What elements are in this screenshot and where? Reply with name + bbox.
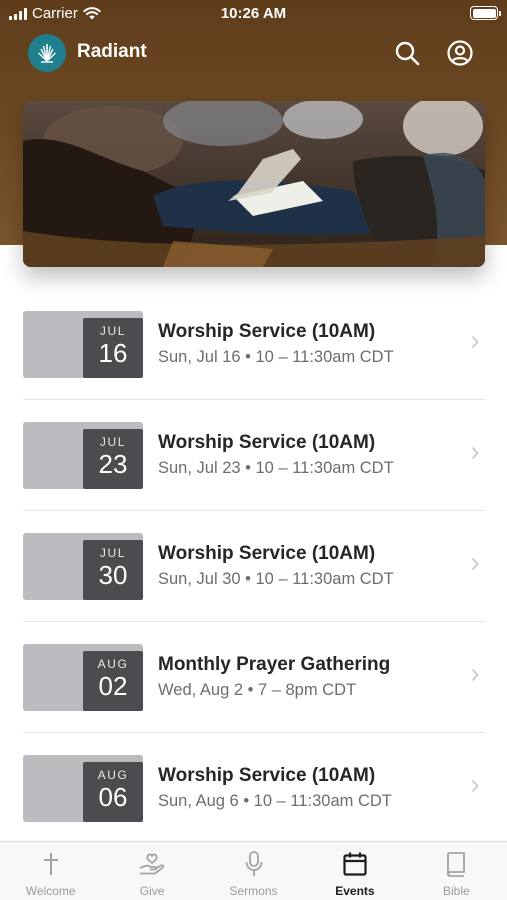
date-badge: JUL 30 xyxy=(83,540,143,600)
chevron-right-icon xyxy=(471,779,479,793)
date-day: 23 xyxy=(98,449,128,479)
date-badge: JUL 23 xyxy=(83,429,143,489)
event-thumbnail: AUG 02 xyxy=(23,644,143,711)
date-day: 06 xyxy=(98,782,128,812)
date-badge: AUG 02 xyxy=(83,651,143,711)
search-icon xyxy=(395,41,420,66)
chevron-right-icon xyxy=(471,557,479,571)
event-title: Monthly Prayer Gathering xyxy=(158,654,391,675)
event-title: Worship Service (10AM) xyxy=(158,543,376,564)
app-bar: Radiant xyxy=(0,30,507,76)
tab-give[interactable]: Give xyxy=(101,842,202,900)
events-list: JUL 16 Worship Service (10AM) Sun, Jul 1… xyxy=(0,289,507,844)
status-time: 10:26 AM xyxy=(220,5,287,22)
event-row[interactable]: AUG 02 Monthly Prayer Gathering Wed, Aug… xyxy=(0,622,507,733)
date-month: JUL xyxy=(99,546,127,560)
event-thumbnail: JUL 16 xyxy=(23,311,143,378)
tab-label: Give xyxy=(139,884,165,898)
event-row[interactable]: AUG 06 Worship Service (10AM) Sun, Aug 6… xyxy=(0,733,507,844)
tab-sermons[interactable]: Sermons xyxy=(203,842,304,900)
event-title: Worship Service (10AM) xyxy=(158,432,376,453)
tab-label: Bible xyxy=(442,884,470,898)
church-logo-icon[interactable] xyxy=(28,34,66,72)
flame-logo-icon xyxy=(38,44,56,63)
microphone-icon xyxy=(240,850,268,878)
event-meta: Sun, Aug 6 • 10 – 11:30am CDT xyxy=(158,792,392,810)
give-hand-heart-icon xyxy=(138,850,166,878)
tab-label: Welcome xyxy=(25,884,76,898)
app-title: Radiant xyxy=(77,41,147,62)
date-day: 02 xyxy=(98,671,128,701)
event-meta: Sun, Jul 16 • 10 – 11:30am CDT xyxy=(158,348,394,366)
date-badge: AUG 06 xyxy=(83,762,143,822)
date-month: AUG xyxy=(97,657,129,671)
tab-bar: Welcome Give Sermons Events Bible xyxy=(0,841,507,900)
account-icon xyxy=(447,40,473,66)
date-day: 16 xyxy=(98,338,128,368)
event-row[interactable]: JUL 23 Worship Service (10AM) Sun, Jul 2… xyxy=(0,400,507,511)
event-meta: Sun, Jul 23 • 10 – 11:30am CDT xyxy=(158,459,394,477)
event-title: Worship Service (10AM) xyxy=(158,765,376,786)
event-title: Worship Service (10AM) xyxy=(158,321,376,342)
date-month: JUL xyxy=(99,435,127,449)
event-thumbnail: JUL 30 xyxy=(23,533,143,600)
tab-bible[interactable]: Bible xyxy=(406,842,507,900)
date-month: AUG xyxy=(97,768,129,782)
chevron-right-icon xyxy=(471,446,479,460)
cross-icon xyxy=(37,850,65,878)
account-button[interactable] xyxy=(445,38,475,68)
event-row[interactable]: JUL 16 Worship Service (10AM) Sun, Jul 1… xyxy=(0,289,507,400)
tab-welcome[interactable]: Welcome xyxy=(0,842,101,900)
chevron-right-icon xyxy=(471,335,479,349)
event-row[interactable]: JUL 30 Worship Service (10AM) Sun, Jul 3… xyxy=(0,511,507,622)
tab-label: Sermons xyxy=(229,884,278,898)
battery-icon xyxy=(470,6,501,20)
date-month: JUL xyxy=(99,324,127,338)
search-button[interactable] xyxy=(392,38,422,68)
event-meta: Sun, Jul 30 • 10 – 11:30am CDT xyxy=(158,570,394,588)
calendar-icon xyxy=(341,850,369,878)
event-thumbnail: AUG 06 xyxy=(23,755,143,822)
status-bar: Carrier 10:26 AM xyxy=(0,0,507,28)
book-icon xyxy=(442,850,470,878)
congregation-photo xyxy=(23,101,485,267)
tab-label: Events xyxy=(335,884,375,898)
tab-events[interactable]: Events xyxy=(304,842,405,900)
event-meta: Wed, Aug 2 • 7 – 8pm CDT xyxy=(158,681,357,699)
date-badge: JUL 16 xyxy=(83,318,143,378)
event-thumbnail: JUL 23 xyxy=(23,422,143,489)
date-day: 30 xyxy=(98,560,128,590)
chevron-right-icon xyxy=(471,668,479,682)
hero-image[interactable] xyxy=(23,101,485,267)
